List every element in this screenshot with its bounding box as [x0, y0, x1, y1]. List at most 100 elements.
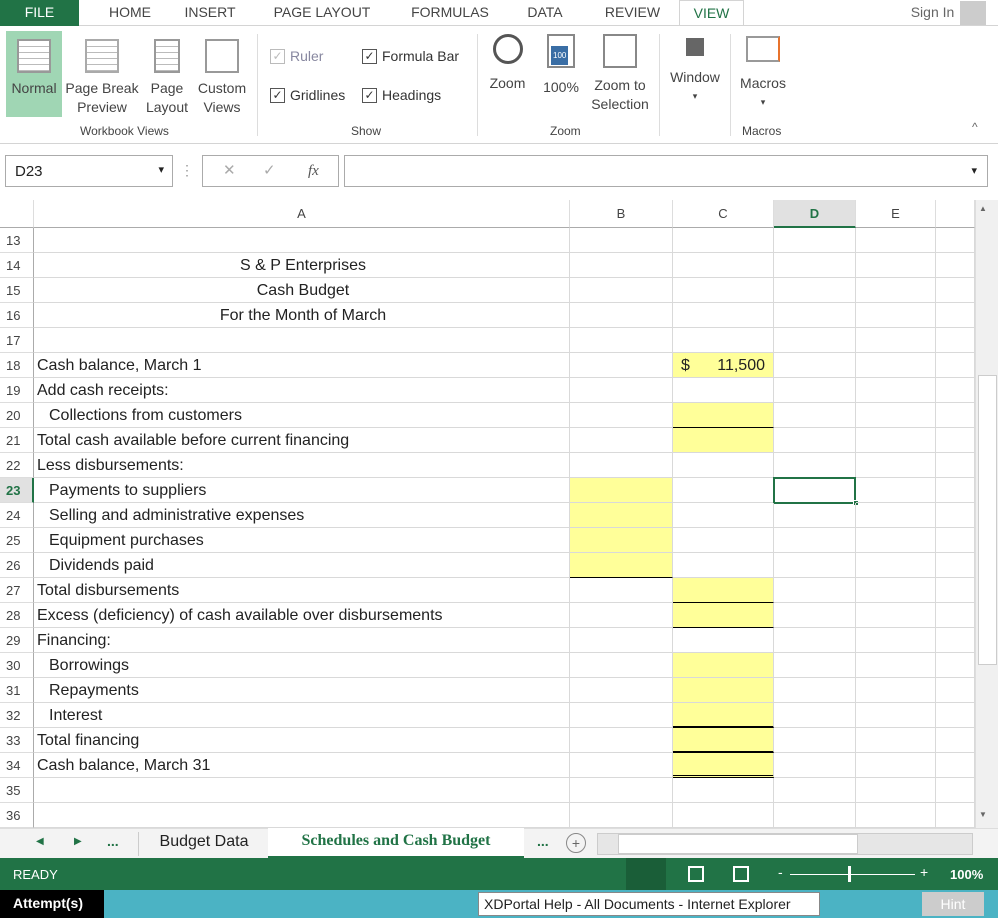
zoom-in-button[interactable]: +	[920, 864, 928, 880]
headings-checkbox[interactable]: ✓ Headings	[362, 87, 441, 103]
cell-F17[interactable]	[936, 328, 975, 353]
cell-E19[interactable]	[856, 378, 936, 403]
cell-D34[interactable]	[774, 753, 856, 778]
cell-D31[interactable]	[774, 678, 856, 703]
cell-A13[interactable]	[34, 228, 570, 253]
cell-F32[interactable]	[936, 703, 975, 728]
cell-C19[interactable]	[673, 378, 774, 403]
cell-A19[interactable]: Add cash receipts:	[34, 378, 570, 403]
cell-E33[interactable]	[856, 728, 936, 753]
cell-A30[interactable]: Borrowings	[34, 653, 570, 678]
cell-C25[interactable]	[673, 528, 774, 553]
cell-C22[interactable]	[673, 453, 774, 478]
cell-F25[interactable]	[936, 528, 975, 553]
cell-D32[interactable]	[774, 703, 856, 728]
cell-A22[interactable]: Less disbursements:	[34, 453, 570, 478]
cell-D24[interactable]	[774, 503, 856, 528]
page-layout-button[interactable]: Page Layout	[143, 39, 191, 117]
macros-button[interactable]: Macros ▾	[735, 36, 791, 112]
cell-B19[interactable]	[570, 378, 673, 403]
cell-D27[interactable]	[774, 578, 856, 603]
row-header-20[interactable]: 20	[0, 403, 34, 428]
cell-E26[interactable]	[856, 553, 936, 578]
cell-E27[interactable]	[856, 578, 936, 603]
cell-B13[interactable]	[570, 228, 673, 253]
row-header-34[interactable]: 34	[0, 753, 34, 778]
row-header-30[interactable]: 30	[0, 653, 34, 678]
cell-B21[interactable]	[570, 428, 673, 453]
zoom-slider-handle[interactable]	[848, 866, 851, 882]
cell-D36[interactable]	[774, 803, 856, 828]
cell-E20[interactable]	[856, 403, 936, 428]
cell-F13[interactable]	[936, 228, 975, 253]
cell-F34[interactable]	[936, 753, 975, 778]
cell-F22[interactable]	[936, 453, 975, 478]
cell-D33[interactable]	[774, 728, 856, 753]
normal-view-status-icon[interactable]	[626, 858, 666, 890]
cell-C30[interactable]	[673, 653, 774, 678]
tab-page-layout[interactable]: PAGE LAYOUT	[262, 0, 382, 26]
cell-B25[interactable]	[570, 528, 673, 553]
cell-A33[interactable]: Total financing	[34, 728, 570, 753]
more-sheets-right[interactable]: ...	[537, 833, 549, 849]
cell-B22[interactable]	[570, 453, 673, 478]
zoom-to-selection-button[interactable]: Zoom to Selection	[587, 34, 653, 114]
cell-F31[interactable]	[936, 678, 975, 703]
formula-input[interactable]: ▾	[344, 155, 988, 187]
cell-A26[interactable]: Dividends paid	[34, 553, 570, 578]
row-header-33[interactable]: 33	[0, 728, 34, 753]
cell-E24[interactable]	[856, 503, 936, 528]
cell-B36[interactable]	[570, 803, 673, 828]
cell-A28[interactable]: Excess (deficiency) of cash available ov…	[34, 603, 570, 628]
next-sheet-icon[interactable]: ▶	[74, 836, 82, 847]
page-break-status-icon[interactable]	[733, 866, 749, 882]
zoom-button[interactable]: Zoom	[485, 34, 530, 93]
cell-E18[interactable]	[856, 353, 936, 378]
zoom-slider[interactable]	[790, 874, 915, 875]
cell-B31[interactable]	[570, 678, 673, 703]
cell-A29[interactable]: Financing:	[34, 628, 570, 653]
cell-B32[interactable]	[570, 703, 673, 728]
cell-D22[interactable]	[774, 453, 856, 478]
cell-A34[interactable]: Cash balance, March 31	[34, 753, 570, 778]
cell-D14[interactable]	[774, 253, 856, 278]
tab-view[interactable]: VIEW	[679, 0, 744, 27]
row-header-35[interactable]: 35	[0, 778, 34, 803]
cell-B27[interactable]	[570, 578, 673, 603]
cell-A21[interactable]: Total cash available before current fina…	[34, 428, 570, 453]
cell-B24[interactable]	[570, 503, 673, 528]
cell-B14[interactable]	[570, 253, 673, 278]
cell-B30[interactable]	[570, 653, 673, 678]
row-header-19[interactable]: 19	[0, 378, 34, 403]
prev-sheet-icon[interactable]: ◀	[36, 836, 44, 847]
tab-insert[interactable]: INSERT	[175, 0, 245, 26]
page-break-preview-button[interactable]: Page Break Preview	[64, 39, 140, 117]
column-header-a[interactable]: A	[34, 200, 570, 228]
formula-bar-checkbox[interactable]: ✓ Formula Bar	[362, 48, 459, 64]
normal-view-button[interactable]: Normal	[6, 31, 62, 117]
sheet-tab-schedules-and-cash-budget[interactable]: Schedules and Cash Budget	[268, 828, 524, 858]
cell-F21[interactable]	[936, 428, 975, 453]
row-header-32[interactable]: 32	[0, 703, 34, 728]
row-header-23[interactable]: 23	[0, 478, 34, 503]
select-all-corner[interactable]	[0, 200, 34, 228]
ruler-checkbox[interactable]: ✓ Ruler	[270, 48, 323, 64]
cell-F19[interactable]	[936, 378, 975, 403]
cell-D26[interactable]	[774, 553, 856, 578]
tab-formulas[interactable]: FORMULAS	[400, 0, 500, 26]
cell-A25[interactable]: Equipment purchases	[34, 528, 570, 553]
cell-E28[interactable]	[856, 603, 936, 628]
hint-button[interactable]: Hint	[922, 892, 984, 916]
cell-C17[interactable]	[673, 328, 774, 353]
cell-B26[interactable]	[570, 553, 673, 578]
cell-C28[interactable]	[673, 603, 774, 628]
cell-C35[interactable]	[673, 778, 774, 803]
cell-C31[interactable]	[673, 678, 774, 703]
zoom-100-button[interactable]: 100 100%	[538, 34, 584, 97]
cell-A14[interactable]: S & P Enterprises	[34, 253, 570, 278]
row-header-21[interactable]: 21	[0, 428, 34, 453]
cell-B29[interactable]	[570, 628, 673, 653]
cell-A15[interactable]: Cash Budget	[34, 278, 570, 303]
cell-A17[interactable]	[34, 328, 570, 353]
scroll-up-icon[interactable]: ▲	[979, 204, 987, 213]
